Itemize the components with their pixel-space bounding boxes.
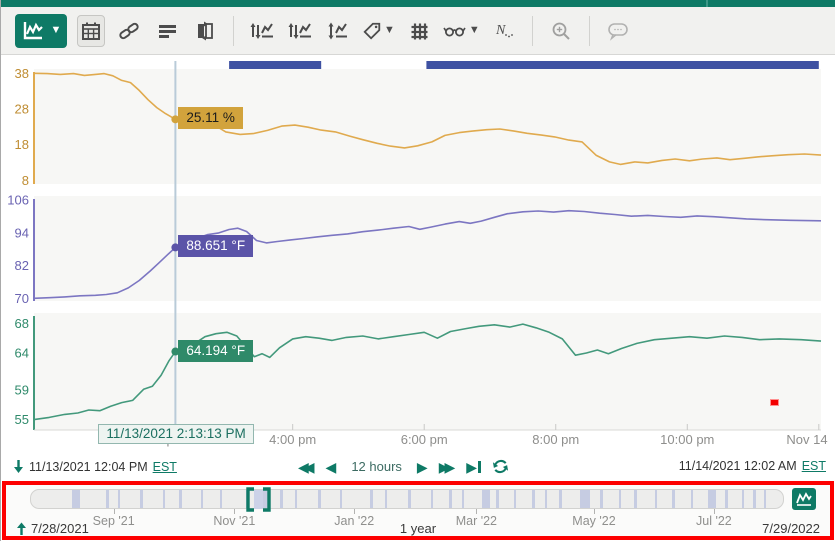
timeline-data-stripe xyxy=(220,490,222,509)
y-axis-label: 68 xyxy=(15,316,29,331)
timeline-data-stripe xyxy=(370,490,373,509)
refresh-icon xyxy=(492,458,509,475)
timeline-data-stripe xyxy=(408,490,411,509)
timeline-data-stripe xyxy=(449,490,452,509)
timeline-data-stripe xyxy=(559,490,562,509)
y-axis-label: 38 xyxy=(15,66,29,81)
refresh-button[interactable] xyxy=(492,458,509,475)
y-axis-label: 64 xyxy=(15,345,29,360)
annotation-marker xyxy=(770,399,779,406)
timeline-data-stripe xyxy=(691,490,693,509)
timeline-data-stripe xyxy=(295,490,297,509)
y-axis-label: 55 xyxy=(15,412,29,427)
range-end-timezone-link[interactable]: EST xyxy=(802,459,826,473)
step-back-button[interactable]: ◀ xyxy=(326,460,337,474)
y-axis-label: 82 xyxy=(15,258,29,273)
timeline-data-stripe xyxy=(179,490,182,509)
y-axis-label: 28 xyxy=(15,102,29,117)
y-axis-label: 106 xyxy=(7,193,29,208)
skip-back-button[interactable]: ◀◀ xyxy=(298,460,315,474)
timeline-end-date[interactable]: 7/29/2022 xyxy=(762,521,820,536)
chart-band-1[interactable] xyxy=(34,196,821,301)
mini-trend-icon xyxy=(795,492,813,506)
timeline-data-stripe xyxy=(600,490,603,509)
timeline-trend-toggle-button[interactable] xyxy=(792,488,816,510)
timeline-data-stripe xyxy=(672,490,675,509)
x-axis-label: 4:00 pm xyxy=(269,432,316,447)
timeline-data-stripe xyxy=(385,490,387,509)
x-axis-label: Nov 14 xyxy=(786,432,827,447)
step-forward-button[interactable]: ▶ xyxy=(417,460,428,474)
timeline-panel-highlighted: Sep '21Nov '21Jan '22Mar '22May '22Jul '… xyxy=(2,481,834,540)
skip-to-end-button[interactable]: ▶ xyxy=(466,460,481,474)
range-start-timezone-link[interactable]: EST xyxy=(153,460,177,474)
timeline-data-stripe xyxy=(163,490,165,509)
timeline-data-stripe xyxy=(514,490,516,509)
cursor-value-callout[interactable]: 64.194 °F xyxy=(178,340,253,362)
y-axis-label: 59 xyxy=(15,383,29,398)
y-axis-label: 70 xyxy=(15,291,29,306)
timeline-data-stripe xyxy=(545,490,547,509)
timeline-data-stripe xyxy=(201,490,203,509)
timeline-data-stripe xyxy=(431,490,433,509)
chart-band-0[interactable] xyxy=(34,69,821,184)
range-end-datetime: 11/14/2021 12:02 AM xyxy=(679,459,797,473)
timeline-start-date[interactable]: 7/28/2021 xyxy=(31,521,89,536)
timeline-track[interactable] xyxy=(30,489,784,509)
timeline-footer: 7/28/2021 1 year 7/29/2022 xyxy=(16,521,820,536)
range-start-datetime: 11/13/2021 12:04 PM xyxy=(29,460,148,474)
end-bar xyxy=(478,461,481,473)
timeline-data-stripe xyxy=(140,490,143,509)
event-bar[interactable] xyxy=(426,61,818,69)
timeline-data-stripe xyxy=(318,490,321,509)
timeline-data-stripe xyxy=(280,490,283,509)
x-axis-label: 10:00 pm xyxy=(660,432,714,447)
x-axis-label: 6:00 pm xyxy=(401,432,448,447)
timeline-data-stripe xyxy=(340,490,342,509)
timeline-data-stripe xyxy=(72,490,80,509)
chart-band-2[interactable] xyxy=(34,313,821,430)
cursor-timestamp-tooltip: 11/13/2021 2:13:13 PM xyxy=(98,424,253,444)
timeline-data-stripe xyxy=(106,490,109,509)
timeline-data-stripe xyxy=(619,490,621,509)
timeline-data-stripe xyxy=(725,490,728,509)
timeline-data-stripe xyxy=(753,490,756,509)
y-axis-label: 8 xyxy=(22,173,29,188)
timeline-data-stripe xyxy=(532,490,535,509)
timeline-data-stripe xyxy=(634,490,637,509)
timeline-data-stripe xyxy=(580,490,590,509)
range-navigation-bar: 11/13/2021 12:04 PM EST ◀◀ ◀ 12 hours ▶ … xyxy=(1,455,835,481)
timeline-data-stripe xyxy=(118,490,120,509)
timeline-data-stripe xyxy=(708,490,716,509)
cursor-value-callout[interactable]: 25.11 % xyxy=(178,107,243,129)
timeline-selection-brackets[interactable] xyxy=(245,486,272,512)
timeline-data-stripe xyxy=(462,490,464,509)
arrow-up-icon xyxy=(16,522,27,536)
cursor-value-callout[interactable]: 88.651 °F xyxy=(178,235,253,257)
window-duration-label[interactable]: 12 hours xyxy=(347,459,406,474)
trend-application-window: ▼ xyxy=(0,0,835,541)
timeline-data-stripe xyxy=(496,490,499,509)
y-axis-label: 18 xyxy=(15,137,29,152)
timeline-data-stripe xyxy=(482,490,490,509)
arrow-down-icon xyxy=(13,459,24,474)
timeline-data-stripe xyxy=(655,490,657,509)
timeline-data-stripe xyxy=(742,490,744,509)
event-bar[interactable] xyxy=(229,61,321,69)
fast-forward-button[interactable]: ▶▶ xyxy=(439,460,456,474)
timeline-duration-label: 1 year xyxy=(400,521,436,536)
y-axis-label: 94 xyxy=(15,225,29,240)
x-axis-label: 8:00 pm xyxy=(532,432,579,447)
timeline-data-stripe xyxy=(764,490,766,509)
